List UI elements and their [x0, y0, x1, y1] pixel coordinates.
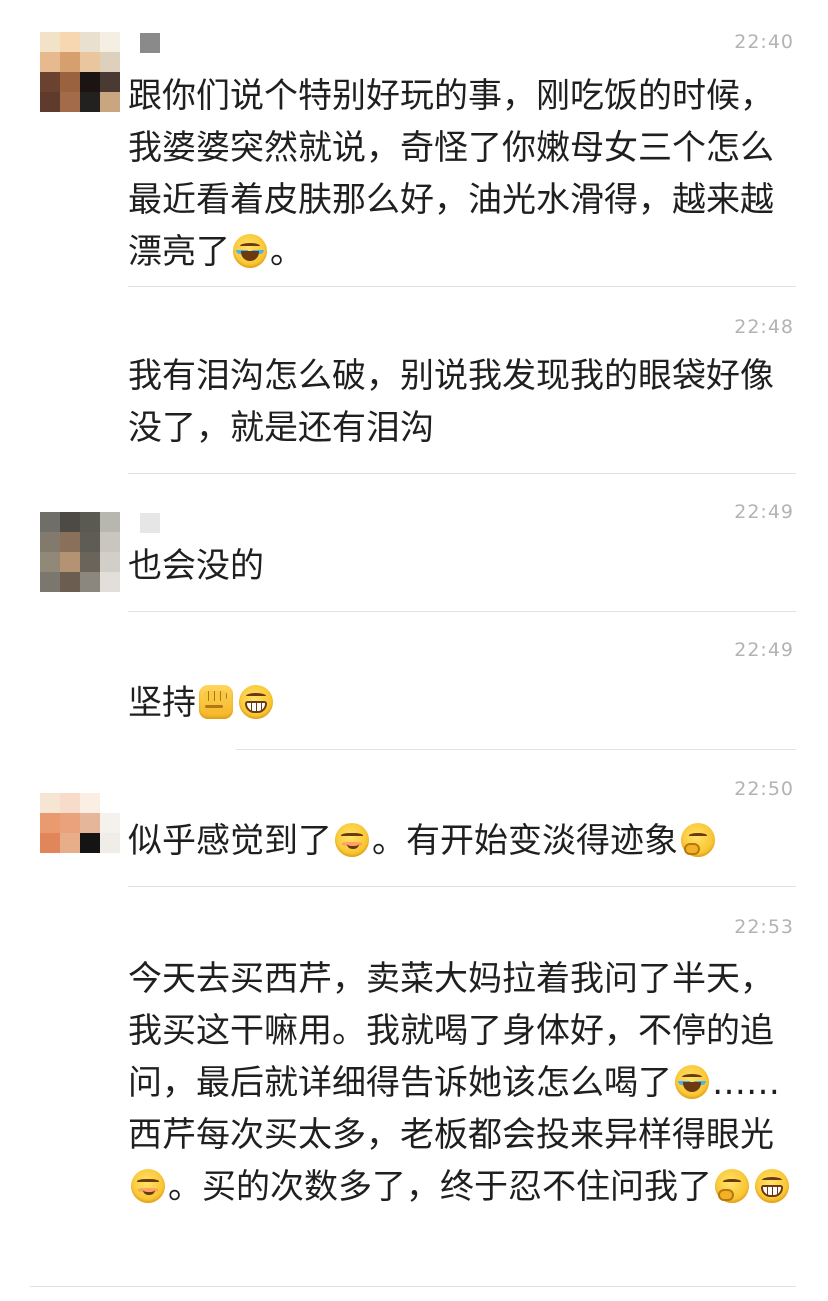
comment-item[interactable]: 22:49 也会没的: [0, 475, 828, 613]
divider: [128, 473, 796, 474]
thinking-icon: [681, 823, 715, 857]
comment-text-segment: 也会没的: [128, 546, 264, 586]
timestamp: 22:49: [734, 639, 794, 661]
thinking-icon: [715, 1169, 749, 1203]
timestamp: 22:48: [734, 316, 794, 338]
smirk-icon: [335, 823, 369, 857]
comment-text-segment: 我有泪沟怎么破，别说我发现我的眼袋好像没了，就是还有泪沟: [128, 356, 774, 448]
smirk-icon: [131, 1169, 165, 1203]
divider: [30, 1286, 796, 1287]
fist-icon: [199, 685, 233, 719]
avatar-blurred[interactable]: [40, 32, 120, 112]
comment-text-segment: 似乎感觉到了: [128, 821, 332, 861]
avatar-blurred[interactable]: [40, 793, 120, 853]
comment-item[interactable]: 22:50 似乎感觉到了 。有开始变淡得迹象: [0, 751, 828, 889]
comment-text: 今天去买西芹，卖菜大妈拉着我问了半天，我买这干嘛用。我就喝了身体好，不停的追问，…: [128, 953, 798, 1213]
comment-text: 跟你们说个特别好玩的事，刚吃饭的时候，我婆婆突然就说，奇怪了你嫩母女三个怎么最近…: [128, 70, 798, 278]
comment-feed: 22:40 跟你们说个特别好玩的事，刚吃饭的时候，我婆婆突然就说，奇怪了你嫩母女…: [0, 0, 828, 1301]
comment-text-segment: 跟你们说个特别好玩的事，刚吃饭的时候，我婆婆突然就说，奇怪了你嫩母女三个怎么最近…: [128, 76, 774, 272]
timestamp: 22:40: [734, 31, 794, 53]
timestamp: 22:49: [734, 501, 794, 523]
grin-icon: [239, 685, 273, 719]
comment-text-segment: 。有开始变淡得迹象: [372, 821, 678, 861]
timestamp: 22:50: [734, 778, 794, 800]
comment-text: 似乎感觉到了 。有开始变淡得迹象: [128, 815, 798, 867]
comment-text: 我有泪沟怎么破，别说我发现我的眼袋好像没了，就是还有泪沟: [128, 350, 798, 454]
username-blurred: [140, 33, 160, 53]
timestamp: 22:53: [734, 916, 794, 938]
divider: [236, 749, 796, 750]
comment-text: 也会没的: [128, 540, 798, 592]
grin-icon: [755, 1169, 789, 1203]
comment-item[interactable]: 22:48 我有泪沟怎么破，别说我发现我的眼袋好像没了，就是还有泪沟: [0, 287, 828, 475]
comment-item[interactable]: 22:40 跟你们说个特别好玩的事，刚吃饭的时候，我婆婆突然就说，奇怪了你嫩母女…: [0, 0, 828, 287]
laugh-tears-icon: [233, 234, 267, 268]
comment-text-segment: 坚持: [128, 683, 196, 723]
comment-text: 坚持: [128, 677, 798, 729]
divider: [128, 886, 796, 887]
avatar-blurred[interactable]: [40, 512, 120, 592]
comment-text-segment: 。: [270, 232, 304, 272]
comment-item[interactable]: 22:49 坚持: [0, 613, 828, 751]
comment-item[interactable]: 22:53 今天去买西芹，卖菜大妈拉着我问了半天，我买这干嘛用。我就喝了身体好，…: [0, 889, 828, 1301]
laugh-tears-icon: [675, 1065, 709, 1099]
username-blurred: [140, 513, 160, 533]
divider: [128, 611, 796, 612]
comment-text-segment: 。买的次数多了，终于忍不住问我了: [168, 1167, 712, 1207]
